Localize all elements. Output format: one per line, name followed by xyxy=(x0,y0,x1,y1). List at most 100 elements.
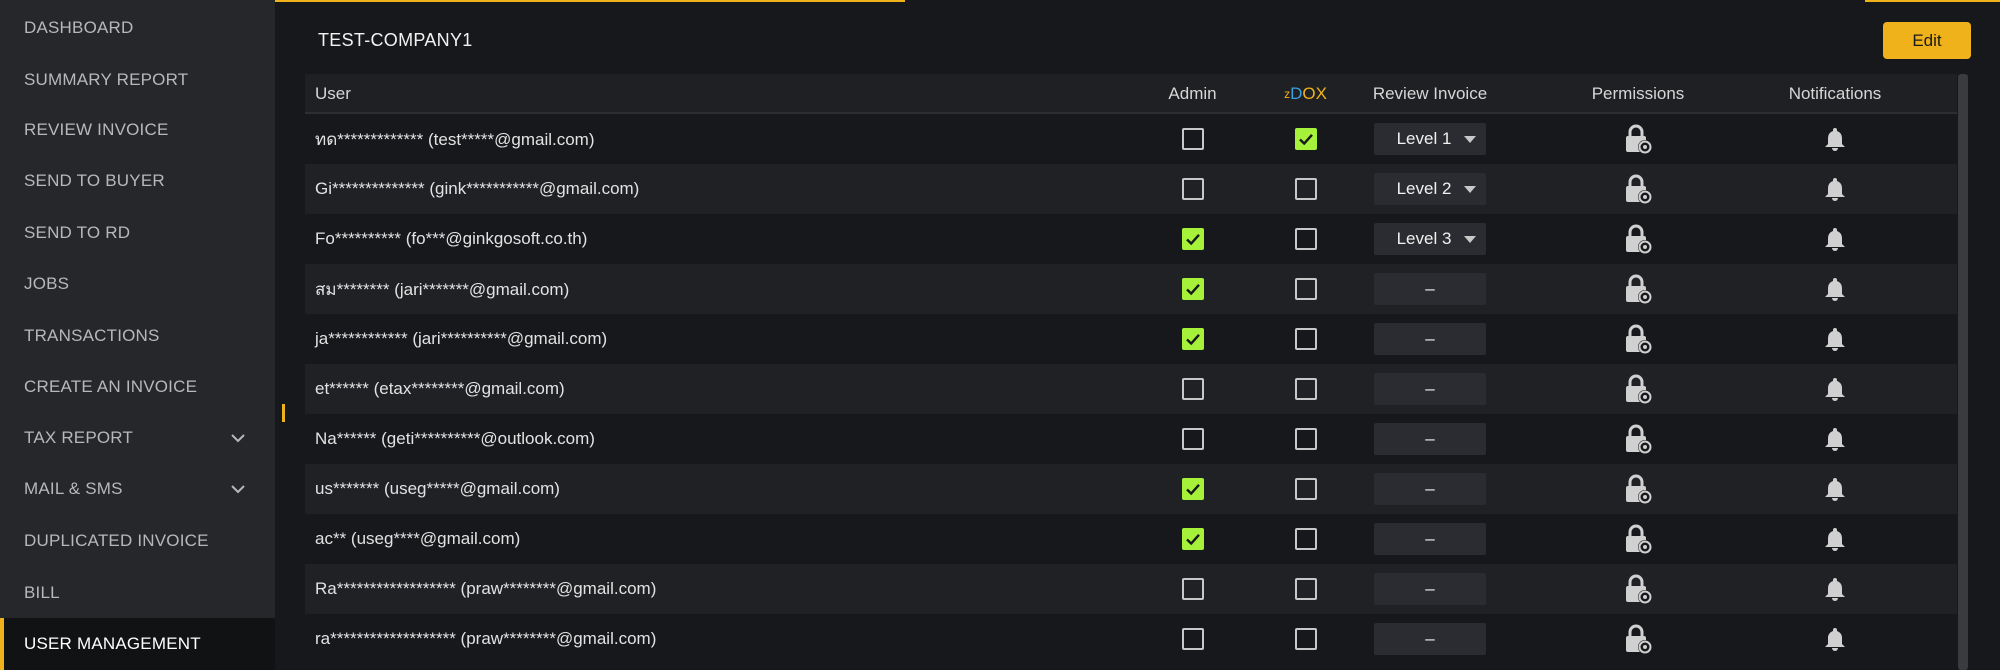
zdox-checkbox[interactable] xyxy=(1294,278,1317,300)
lock-gear-icon[interactable] xyxy=(1620,521,1656,557)
zdox-checkbox[interactable] xyxy=(1294,428,1317,450)
column-header-notifications[interactable]: Notifications xyxy=(1745,74,1925,114)
admin-cell xyxy=(1150,214,1235,264)
review-level-value: – xyxy=(1425,279,1435,298)
admin-checkbox[interactable] xyxy=(1181,278,1204,300)
lock-gear-icon[interactable] xyxy=(1620,421,1656,457)
table-row: ra******************* (praw********@gmai… xyxy=(305,614,1957,664)
bell-icon[interactable] xyxy=(1817,221,1853,257)
permissions-cell xyxy=(1568,164,1708,214)
admin-checkbox[interactable] xyxy=(1181,478,1204,500)
bell-icon[interactable] xyxy=(1817,621,1853,657)
sidebar-resize-handle[interactable] xyxy=(282,404,285,422)
permissions-cell xyxy=(1568,214,1708,264)
bell-icon[interactable] xyxy=(1817,121,1853,157)
chevron-down-icon[interactable] xyxy=(229,480,247,498)
sidebar-item-send-to-buyer[interactable]: SEND TO BUYER xyxy=(0,155,275,207)
permissions-cell xyxy=(1568,514,1708,564)
review-level-value: Level 2 xyxy=(1396,179,1452,198)
zdox-checkbox[interactable] xyxy=(1294,178,1317,200)
lock-gear-icon[interactable] xyxy=(1620,621,1656,657)
review-level-select[interactable]: Level 3 xyxy=(1374,223,1486,255)
sidebar-item-duplicated-invoice[interactable]: DUPLICATED INVOICE xyxy=(0,515,275,567)
review-level-select[interactable]: Level 2 xyxy=(1374,173,1486,205)
zdox-checkbox[interactable] xyxy=(1294,128,1317,150)
admin-cell xyxy=(1150,414,1235,464)
lock-gear-icon[interactable] xyxy=(1620,571,1656,607)
zdox-checkbox[interactable] xyxy=(1294,478,1317,500)
column-header-zdox[interactable]: z D OX xyxy=(1263,74,1348,114)
admin-checkbox[interactable] xyxy=(1181,178,1204,200)
notifications-cell xyxy=(1745,364,1925,414)
sidebar-item-mail-sms[interactable]: MAIL & SMS xyxy=(0,463,275,515)
notifications-cell xyxy=(1745,564,1925,614)
sidebar-item-bill[interactable]: BILL xyxy=(0,567,275,619)
review-level-value: – xyxy=(1425,579,1435,598)
sidebar-item-dashboard[interactable]: DASHBOARD xyxy=(0,2,275,54)
table-row: ทด************* (test*****@gmail.com) Lev… xyxy=(305,114,1957,164)
table-scrollbar[interactable] xyxy=(1958,74,1968,670)
sidebar-item-send-to-rd[interactable]: SEND TO RD xyxy=(0,207,275,259)
zdox-checkbox[interactable] xyxy=(1294,578,1317,600)
zdox-checkbox[interactable] xyxy=(1294,628,1317,650)
lock-gear-icon[interactable] xyxy=(1620,271,1656,307)
dropdown-caret-icon xyxy=(1464,186,1476,193)
zdox-checkbox[interactable] xyxy=(1294,328,1317,350)
admin-checkbox[interactable] xyxy=(1181,528,1204,550)
bell-icon[interactable] xyxy=(1817,421,1853,457)
lock-gear-icon[interactable] xyxy=(1620,171,1656,207)
sidebar-item-tax-report[interactable]: TAX REPORT xyxy=(0,412,275,464)
edit-button[interactable]: Edit xyxy=(1883,22,1971,59)
bell-icon[interactable] xyxy=(1817,171,1853,207)
sidebar-item-summary-report[interactable]: SUMMARY REPORT xyxy=(0,54,275,106)
user-cell: et****** (etax********@gmail.com) xyxy=(315,379,565,398)
admin-checkbox[interactable] xyxy=(1181,128,1204,150)
admin-checkbox[interactable] xyxy=(1181,328,1204,350)
sidebar-item-jobs[interactable]: JOBS xyxy=(0,258,275,310)
admin-checkbox[interactable] xyxy=(1181,228,1204,250)
lock-gear-icon[interactable] xyxy=(1620,371,1656,407)
user-cell: us******* (useg*****@gmail.com) xyxy=(315,479,560,498)
table-row: สม******** (jari*******@gmail.com) – xyxy=(305,264,1957,314)
chevron-down-icon[interactable] xyxy=(229,429,247,447)
admin-checkbox[interactable] xyxy=(1181,378,1204,400)
admin-cell xyxy=(1150,314,1235,364)
lock-gear-icon[interactable] xyxy=(1620,121,1656,157)
zdox-checkbox[interactable] xyxy=(1294,528,1317,550)
review-level-empty: – xyxy=(1374,273,1486,305)
review-level-value: Level 1 xyxy=(1396,129,1452,148)
sidebar-item-review-invoice[interactable]: REVIEW INVOICE xyxy=(0,104,275,156)
admin-cell xyxy=(1150,564,1235,614)
review-invoice-cell: Level 2 xyxy=(1350,164,1510,214)
column-header-permissions[interactable]: Permissions xyxy=(1568,74,1708,114)
sidebar-item-label: JOBS xyxy=(24,274,70,293)
notifications-cell xyxy=(1745,514,1925,564)
permissions-cell xyxy=(1568,564,1708,614)
admin-cell xyxy=(1150,464,1235,514)
zdox-checkbox[interactable] xyxy=(1294,228,1317,250)
bell-icon[interactable] xyxy=(1817,471,1853,507)
zdox-checkbox[interactable] xyxy=(1294,378,1317,400)
admin-checkbox[interactable] xyxy=(1181,578,1204,600)
admin-checkbox[interactable] xyxy=(1181,628,1204,650)
lock-gear-icon[interactable] xyxy=(1620,471,1656,507)
admin-checkbox[interactable] xyxy=(1181,428,1204,450)
notifications-cell xyxy=(1745,614,1925,664)
lock-gear-icon[interactable] xyxy=(1620,321,1656,357)
lock-gear-icon[interactable] xyxy=(1620,221,1656,257)
sidebar-item-user-management[interactable]: USER MANAGEMENT xyxy=(0,618,275,670)
bell-icon[interactable] xyxy=(1817,571,1853,607)
sidebar-item-transactions[interactable]: TRANSACTIONS xyxy=(0,310,275,362)
bell-icon[interactable] xyxy=(1817,321,1853,357)
sidebar-item-create-an-invoice[interactable]: CREATE AN INVOICE xyxy=(0,361,275,413)
column-header-review-invoice[interactable]: Review Invoice xyxy=(1350,74,1510,114)
page-title: TEST-COMPANY1 xyxy=(318,30,473,50)
column-header-user[interactable]: User xyxy=(315,74,351,114)
bell-icon[interactable] xyxy=(1817,371,1853,407)
review-level-select[interactable]: Level 1 xyxy=(1374,123,1486,155)
table-row: Fo********** (fo***@ginkgosoft.co.th) Lev… xyxy=(305,214,1957,264)
bell-icon[interactable] xyxy=(1817,521,1853,557)
column-header-admin[interactable]: Admin xyxy=(1150,74,1235,114)
bell-icon[interactable] xyxy=(1817,271,1853,307)
table-row: Na****** (geti**********@outlook.com) – xyxy=(305,414,1957,464)
